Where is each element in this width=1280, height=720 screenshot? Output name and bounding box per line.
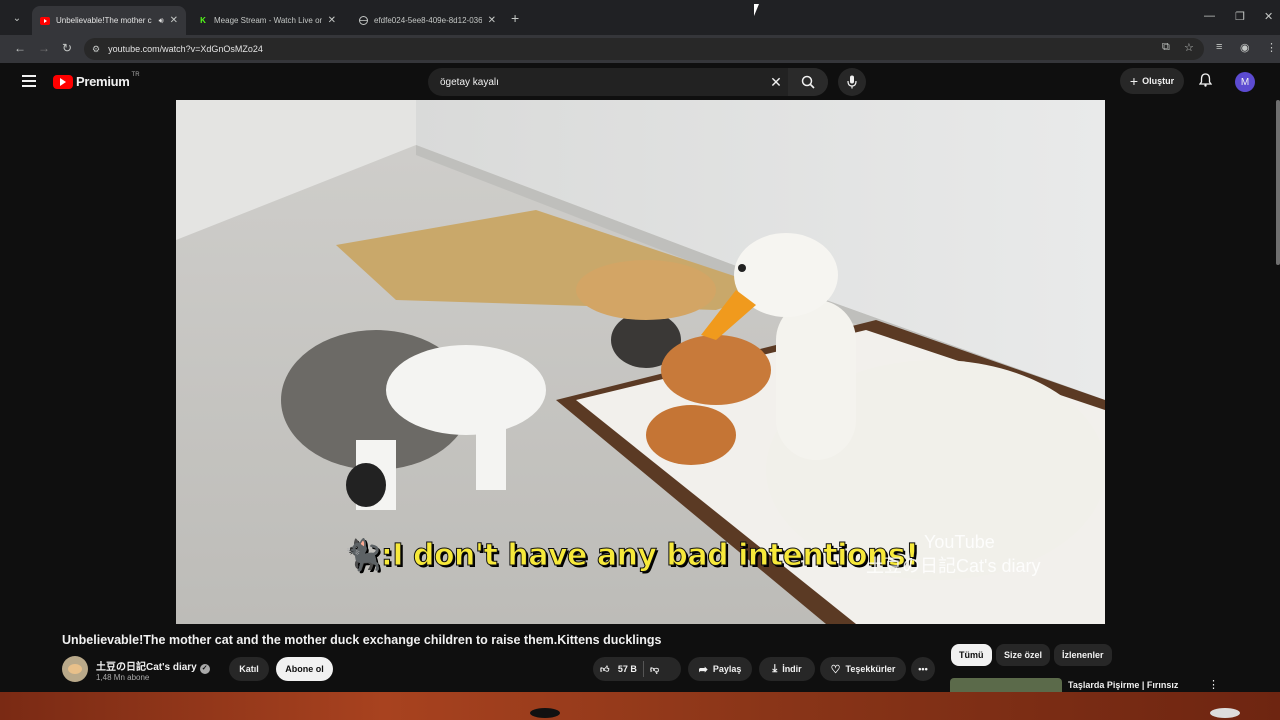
restore-button[interactable]: ❐	[1235, 10, 1245, 23]
tab-uuid-page[interactable]: efdfe024-5ee8-409e-8d12-036 ✕	[350, 6, 504, 35]
minimize-button[interactable]: —	[1204, 10, 1215, 22]
voice-search-button[interactable]	[838, 68, 866, 96]
notifications-bell-icon[interactable]	[1198, 73, 1213, 90]
subtitle-text: :I don't have any bad intentions!	[380, 538, 919, 574]
divider	[642, 661, 644, 677]
channel-avatar[interactable]	[62, 656, 88, 682]
profile-icon[interactable]: ◉	[1240, 41, 1250, 54]
close-tab-icon[interactable]: ✕	[328, 15, 336, 26]
decor-piece	[530, 708, 560, 718]
decor-piece	[1210, 708, 1240, 718]
recommended-title: Taşlarda Pişirme | Fırınsız	[1068, 680, 1179, 690]
url-text: youtube.com/watch?v=XdGnOsMZo24	[108, 44, 263, 54]
share-label: Paylaş	[712, 664, 742, 674]
clear-search-icon[interactable]: ✕	[764, 74, 788, 91]
watermark-channel: 土豆の日記Cat's diary	[866, 556, 1041, 576]
forward-icon[interactable]: →	[38, 41, 50, 55]
search-input[interactable]: ögetay kayalı	[428, 77, 764, 88]
verified-check-icon: ✓	[199, 664, 210, 674]
video-title: Unbelievable!The mother cat and the moth…	[62, 633, 662, 647]
search-bar: ögetay kayalı ✕	[428, 68, 828, 96]
video-thumbnail	[950, 678, 1062, 692]
thanks-button[interactable]: ♡ Teşekkürler	[820, 657, 906, 681]
youtube-icon	[40, 16, 50, 26]
create-button[interactable]: + Oluştur	[1120, 68, 1184, 94]
share-arrow-icon: ➦	[698, 663, 708, 676]
bookmark-star-icon[interactable]: ☆	[1184, 41, 1194, 54]
search-button[interactable]	[788, 68, 828, 96]
channel-name-text: 土豆の日記Cat's diary	[96, 662, 197, 673]
close-tab-icon[interactable]: ✕	[488, 15, 496, 26]
thumbs-up-icon: 👍︎	[600, 663, 610, 674]
youtube-play-icon	[53, 74, 73, 89]
recommended-video[interactable]: Taşlarda Pişirme | Fırınsız ⋮	[950, 678, 1225, 692]
desktop-background	[0, 692, 1280, 720]
menu-kebab-icon[interactable]: ⋮	[1266, 41, 1277, 54]
youtube-header: Premium TR ögetay kayalı ✕ + Oluştur M	[0, 63, 1280, 100]
download-button[interactable]: ⤓ İndir	[759, 657, 815, 681]
watermark-youtube: YouTube	[924, 532, 995, 552]
video-player[interactable]: 🐈‍⬛:I don't have any bad intentions! You…	[176, 100, 1105, 624]
address-bar[interactable]: ⚙︎ youtube.com/watch?v=XdGnOsMZo24	[84, 38, 1204, 60]
logo-text: Premium	[76, 74, 130, 89]
globe-icon	[358, 16, 368, 26]
install-app-icon[interactable]: ⧉	[1162, 41, 1170, 54]
more-horizontal-icon: •••	[918, 664, 928, 674]
more-vertical-icon[interactable]: ⋮	[1208, 678, 1219, 691]
subscribe-button[interactable]: Abone ol	[276, 657, 333, 681]
plus-icon: +	[1129, 73, 1139, 89]
browser-toolbar: ← → ↻ ⚙︎ youtube.com/watch?v=XdGnOsMZo24…	[0, 35, 1280, 63]
new-tab-button[interactable]: +	[511, 10, 519, 26]
more-actions-button[interactable]: •••	[911, 657, 935, 681]
page-scrollbar[interactable]	[1276, 100, 1280, 265]
speaker-icon[interactable]: 🔊︎	[159, 16, 164, 26]
tab-title: Unbelievable!The mother c	[56, 16, 152, 25]
microphone-icon	[847, 75, 857, 89]
site-info-icon[interactable]: ⚙︎	[92, 44, 100, 55]
download-label: İndir	[782, 664, 802, 674]
dislike-button[interactable]: 👎︎	[650, 664, 659, 675]
search-icon	[801, 75, 815, 89]
tab-title: efdfe024-5ee8-409e-8d12-036	[374, 16, 482, 25]
create-label: Oluştur	[1142, 76, 1175, 86]
account-avatar[interactable]: M	[1235, 72, 1255, 92]
reload-icon[interactable]: ↻	[62, 41, 72, 55]
join-button[interactable]: Katıl	[229, 657, 269, 681]
subscriber-count: 1,48 Mn abone	[96, 673, 150, 682]
video-subtitle: 🐈‍⬛:I don't have any bad intentions!	[343, 538, 919, 574]
like-dislike-group: 👍︎ 57 B 👎︎	[593, 657, 681, 681]
channel-name[interactable]: 土豆の日記Cat's diary ✓	[96, 658, 210, 674]
hamburger-menu-icon[interactable]	[22, 75, 36, 87]
heart-dollar-icon: ♡	[830, 663, 841, 676]
download-icon: ⤓	[772, 662, 778, 675]
chip-for-you[interactable]: Size özel	[996, 644, 1051, 666]
kick-icon: K	[200, 16, 206, 25]
browser-tab-strip: ⌄ Unbelievable!The mother c 🔊︎ ✕ K Meage…	[0, 0, 1280, 35]
tab-title: Meage Stream - Watch Live on	[214, 16, 322, 25]
like-button[interactable]: 👍︎ 57 B	[600, 664, 637, 675]
thanks-label: Teşekkürler	[845, 664, 896, 674]
youtube-logo[interactable]: Premium TR	[53, 71, 140, 89]
tab-search-button[interactable]: ⌄	[8, 9, 26, 27]
like-count: 57 B	[617, 663, 637, 674]
country-code: TR	[131, 71, 140, 78]
close-tab-icon[interactable]: ✕	[170, 15, 178, 26]
mouse-cursor	[754, 4, 759, 16]
video-stage: 🐈‍⬛:I don't have any bad intentions! You…	[0, 100, 1280, 624]
thumbs-down-icon: 👎︎	[649, 663, 660, 674]
share-button[interactable]: ➦ Paylaş	[688, 657, 752, 681]
back-icon[interactable]: ←	[14, 41, 26, 55]
chip-all[interactable]: Tümü	[951, 644, 992, 666]
media-controls-icon[interactable]: ≡	[1216, 41, 1222, 53]
chip-watched[interactable]: İzlenenler	[1054, 644, 1112, 666]
tab-youtube-video[interactable]: Unbelievable!The mother c 🔊︎ ✕	[32, 6, 186, 35]
tab-kick-stream[interactable]: K Meage Stream - Watch Live on ✕	[190, 6, 344, 35]
close-window-button[interactable]: ✕	[1264, 10, 1273, 23]
